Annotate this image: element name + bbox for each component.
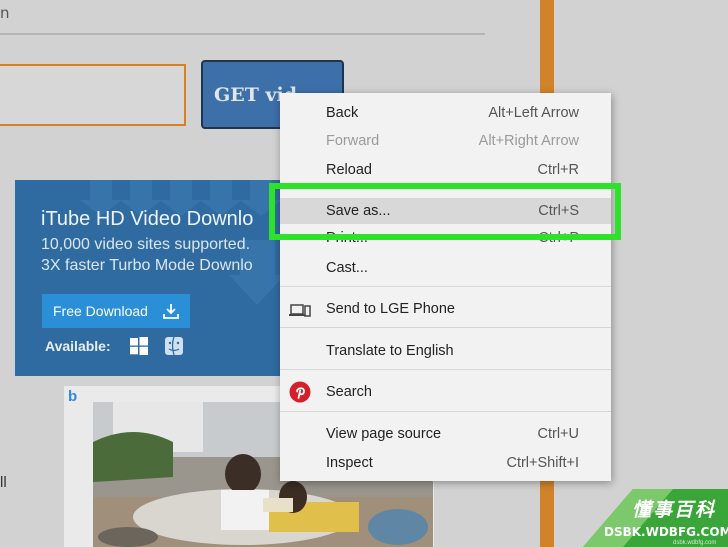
context-menu: Back Alt+Left Arrow Forward Alt+Right Ar… bbox=[280, 93, 611, 481]
menu-item-search[interactable]: Search bbox=[280, 379, 611, 405]
menu-item-forward: Forward Alt+Right Arrow bbox=[280, 128, 611, 154]
save-as-highlight-frame bbox=[269, 183, 621, 240]
divider bbox=[0, 33, 485, 35]
bing-b-icon: b bbox=[68, 388, 78, 405]
menu-item-label: Back bbox=[326, 105, 359, 121]
menu-item-shortcut: Alt+Left Arrow bbox=[488, 105, 579, 121]
menu-item-shortcut: Alt+Right Arrow bbox=[478, 133, 579, 149]
menu-separator bbox=[280, 286, 611, 287]
watermark-domain: DSBK.WDBFG.COM bbox=[604, 525, 728, 539]
menu-item-view-page-source[interactable]: View page source Ctrl+U bbox=[280, 421, 611, 447]
free-download-button[interactable]: Free Download bbox=[42, 294, 190, 328]
menu-item-label: Translate to English bbox=[326, 343, 454, 359]
mac-finder-icon bbox=[165, 336, 183, 356]
menu-item-label: Forward bbox=[326, 133, 380, 149]
menu-item-label: View page source bbox=[326, 426, 442, 442]
device-icon bbox=[289, 304, 311, 317]
menu-item-shortcut: Ctrl+U bbox=[537, 426, 580, 442]
page-text-fragment: n bbox=[0, 4, 10, 22]
menu-item-label: Send to LGE Phone bbox=[326, 301, 455, 317]
menu-item-shortcut: Ctrl+R bbox=[537, 162, 580, 178]
download-icon bbox=[163, 304, 179, 319]
menu-item-shortcut: Ctrl+Shift+I bbox=[506, 455, 579, 471]
menu-separator bbox=[280, 327, 611, 328]
menu-item-label: Cast... bbox=[326, 260, 368, 276]
ad-subtitle-1: 10,000 video sites supported. bbox=[41, 236, 251, 253]
menu-separator bbox=[280, 411, 611, 412]
page-text-fragment-left: ll bbox=[0, 474, 7, 491]
watermark-title: 懂事百科 bbox=[632, 499, 717, 521]
ad-title: iTube HD Video Downlo bbox=[41, 208, 254, 230]
menu-item-label: Search bbox=[326, 384, 372, 400]
menu-item-label: Inspect bbox=[326, 455, 373, 471]
menu-item-translate[interactable]: Translate to English bbox=[280, 338, 611, 364]
ad-subtitle-2: 3X faster Turbo Mode Downlo bbox=[41, 257, 253, 274]
url-input[interactable] bbox=[0, 64, 186, 126]
free-download-label: Free Download bbox=[53, 303, 148, 319]
menu-item-reload[interactable]: Reload Ctrl+R bbox=[280, 157, 611, 183]
menu-separator bbox=[280, 369, 611, 370]
menu-item-cast[interactable]: Cast... bbox=[280, 255, 611, 281]
menu-item-send-to-lge-phone[interactable]: Send to LGE Phone bbox=[280, 296, 611, 322]
menu-item-inspect[interactable]: Inspect Ctrl+Shift+I bbox=[280, 450, 611, 476]
pinterest-icon bbox=[289, 381, 311, 403]
windows-icon bbox=[130, 337, 148, 355]
watermark-small-domain: dsbk.wdbfg.com bbox=[673, 540, 717, 546]
menu-item-label: Reload bbox=[326, 162, 372, 178]
itube-ad-banner[interactable]: iTube HD Video Downlo 10,000 video sites… bbox=[15, 180, 285, 376]
available-label: Available: bbox=[45, 338, 111, 354]
menu-item-back[interactable]: Back Alt+Left Arrow bbox=[280, 100, 611, 126]
